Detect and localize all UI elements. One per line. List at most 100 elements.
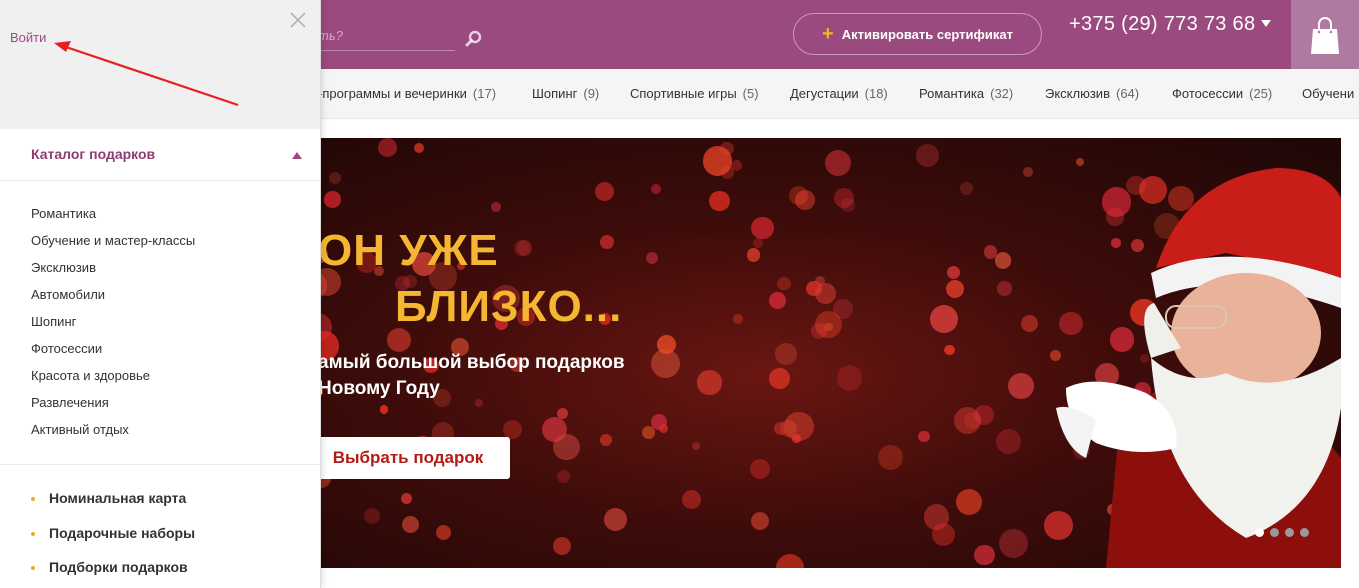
bokeh-light — [775, 553, 804, 568]
slider-dot-4[interactable] — [1300, 528, 1309, 537]
chevron-up-icon[interactable] — [292, 152, 302, 159]
catalog-item[interactable]: Шопинг — [31, 314, 195, 341]
bokeh-light — [556, 470, 570, 484]
catalog-item[interactable]: Обучение и мастер-классы — [31, 233, 195, 260]
hero-banner[interactable]: ОН УЖЕ БЛИЗКО... амый большой выбор пода… — [296, 138, 1341, 568]
bokeh-light — [401, 515, 420, 533]
bokeh-light — [877, 444, 903, 470]
bokeh-light — [475, 398, 484, 407]
catalog-title: Каталог подарков — [31, 146, 156, 162]
bokeh-light — [750, 512, 769, 531]
bokeh-light — [751, 216, 774, 239]
activate-certificate-button[interactable]: + Активировать сертификат — [793, 13, 1042, 55]
bokeh-light — [841, 197, 855, 212]
page: ть? + Активировать сертификат +375 (29) … — [0, 0, 1359, 588]
bokeh-light — [824, 322, 833, 332]
catalog-item[interactable]: Развлечения — [31, 395, 195, 422]
bokeh-light — [806, 280, 822, 297]
search-icon[interactable] — [464, 29, 484, 49]
bokeh-light — [656, 335, 676, 355]
bokeh-light — [720, 141, 734, 156]
bokeh-light — [918, 431, 930, 443]
bokeh-light — [697, 370, 722, 395]
bokeh-light — [380, 405, 389, 414]
bokeh-light — [775, 342, 797, 365]
bokeh-light — [516, 239, 533, 256]
bokeh-light — [553, 433, 580, 461]
bokeh-light — [768, 368, 790, 390]
bokeh-light — [557, 407, 569, 419]
bokeh-light — [769, 291, 787, 309]
bokeh-light — [753, 238, 764, 249]
search-input[interactable]: ть? — [318, 28, 343, 43]
chevron-down-icon[interactable] — [1261, 20, 1271, 27]
bokeh-light — [553, 537, 572, 556]
phone-number[interactable]: +375 (29) 773 73 68 — [1069, 13, 1255, 36]
bokeh-light — [749, 458, 770, 479]
bokeh-light — [792, 434, 801, 444]
featured-item[interactable]: Подборки подарков — [31, 559, 195, 588]
slider-dot-2[interactable] — [1270, 528, 1279, 537]
bokeh-light — [708, 190, 730, 212]
bokeh-light — [604, 507, 628, 532]
bokeh-light — [363, 508, 380, 524]
hero-subtitle-1: амый большой выбор подарков — [318, 352, 625, 373]
bokeh-light — [599, 433, 613, 447]
bokeh-light — [915, 144, 939, 167]
category-nav-item[interactable]: -программы и вечеринки (17) — [318, 86, 496, 101]
bokeh-light — [777, 276, 791, 290]
catalog-item[interactable]: Романтика — [31, 206, 195, 233]
hero-headline-2: БЛИЗКО... — [395, 282, 623, 331]
slider-dot-3[interactable] — [1285, 528, 1294, 537]
bokeh-light — [386, 328, 411, 353]
catalog-item[interactable]: Фотосессии — [31, 341, 195, 368]
featured-item[interactable]: Номинальная карта — [31, 490, 195, 525]
bokeh-light — [401, 492, 413, 504]
choose-gift-button[interactable]: Выбрать подарок — [306, 437, 510, 479]
bokeh-light — [746, 248, 761, 262]
bokeh-light — [436, 524, 452, 540]
bokeh-light — [646, 251, 659, 264]
annotation-arrow-icon — [54, 41, 239, 107]
bokeh-light — [795, 190, 816, 211]
bokeh-light — [595, 182, 614, 201]
catalog-item[interactable]: Красота и здоровье — [31, 368, 195, 395]
shopping-bag-icon — [1311, 16, 1339, 54]
santa-image — [1056, 168, 1341, 568]
bokeh-light — [491, 202, 501, 212]
bokeh-light — [413, 143, 424, 154]
catalog-item[interactable]: Активный отдых — [31, 422, 195, 449]
bokeh-light — [650, 183, 661, 194]
activate-certificate-label: Активировать сертификат — [841, 26, 1013, 42]
hero-subtitle-2: Новому Году — [318, 378, 440, 399]
bokeh-light — [377, 138, 397, 157]
catalog-item[interactable]: Автомобили — [31, 287, 195, 314]
bokeh-light — [732, 314, 744, 325]
bokeh-light — [328, 172, 341, 185]
featured-list: Номинальная карта Подарочные наборы Подб… — [31, 490, 195, 588]
bokeh-light — [692, 442, 701, 451]
bokeh-light — [836, 364, 863, 391]
hero-headline-1: ОН УЖЕ — [318, 226, 499, 275]
category-nav-item[interactable]: Спортивные игры (5) — [630, 86, 759, 101]
category-nav-item[interactable]: Романтика (32) — [919, 86, 1013, 101]
slider-dot-1[interactable] — [1255, 528, 1264, 537]
bokeh-light — [824, 149, 851, 176]
bokeh-light — [324, 191, 341, 209]
category-nav-item[interactable]: Обучени — [1302, 86, 1359, 101]
bokeh-light — [682, 490, 702, 510]
drawer-header: Войти — [0, 0, 320, 129]
divider — [0, 464, 320, 465]
category-nav-item[interactable]: Шопинг (9) — [532, 86, 599, 101]
catalog-header[interactable]: Каталог подарков — [0, 129, 320, 181]
slider-dots — [1255, 528, 1309, 537]
category-nav-item[interactable]: Эксклюзив (64) — [1045, 86, 1139, 101]
cart-button[interactable] — [1291, 0, 1359, 69]
category-nav-item[interactable]: Дегустации (18) — [790, 86, 888, 101]
featured-item[interactable]: Подарочные наборы — [31, 525, 195, 560]
catalog-list: Романтика Обучение и мастер-классы Экскл… — [31, 206, 195, 449]
bokeh-light — [832, 299, 853, 319]
category-nav-item[interactable]: Фотосессии (25) — [1172, 86, 1272, 101]
bokeh-light — [774, 422, 788, 436]
catalog-item[interactable]: Эксклюзив — [31, 260, 195, 287]
